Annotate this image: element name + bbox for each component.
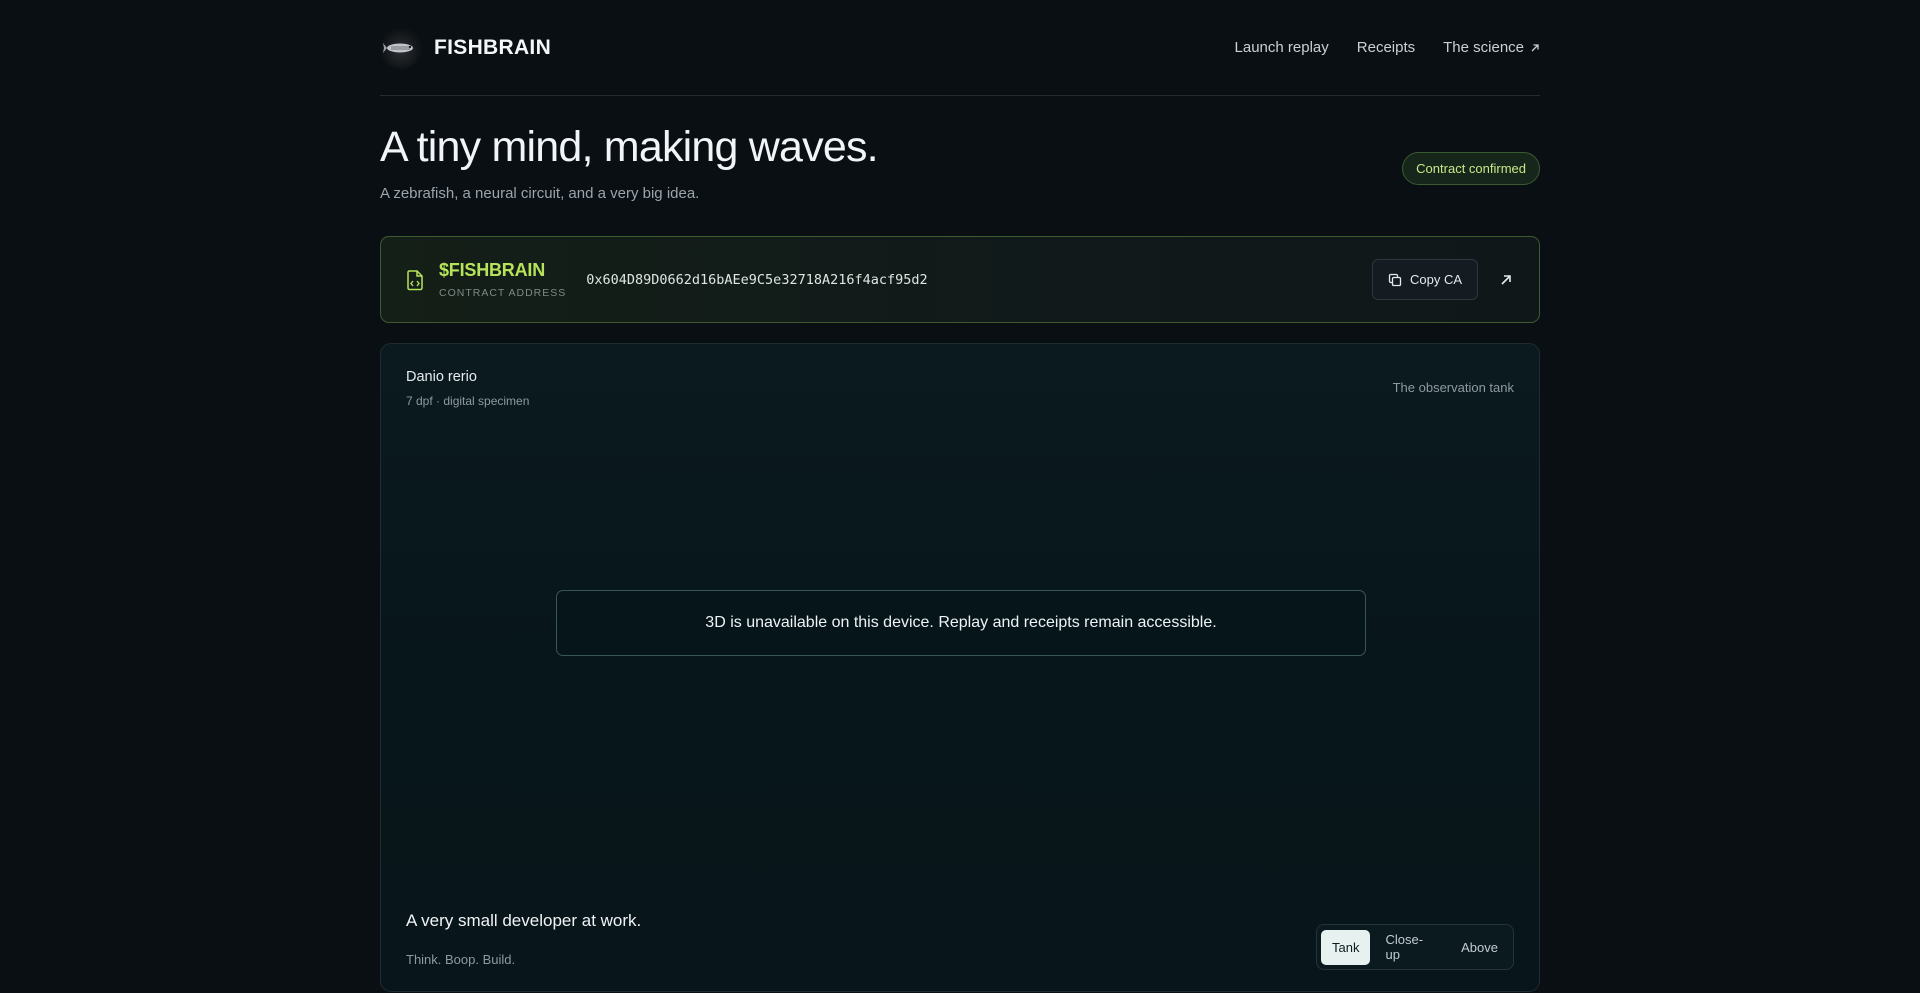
contract-address-label: CONTRACT ADDRESS [439, 287, 567, 299]
3d-unavailable-notice: 3D is unavailable on this device. Replay… [556, 590, 1366, 656]
specimen-info: 7 dpf · digital specimen [406, 394, 530, 408]
observation-tank: Danio rerio 7 dpf · digital specimen The… [380, 343, 1540, 992]
copy-ca-button[interactable]: Copy CA [1372, 259, 1478, 300]
file-code-icon [407, 269, 423, 290]
contract-card: $FISHBRAIN CONTRACT ADDRESS 0x604D89D066… [380, 236, 1540, 323]
tank-title: The observation tank [1392, 380, 1514, 395]
nav-label: Launch replay [1234, 39, 1329, 56]
nav-launch-replay[interactable]: Launch replay [1235, 39, 1329, 56]
brand[interactable]: FISHBRAIN [380, 26, 552, 69]
nav-receipts[interactable]: Receipts [1357, 39, 1415, 56]
tab-above[interactable]: Above [1450, 930, 1509, 965]
tank-caption-sub: Think. Boop. Build. [406, 952, 516, 967]
fish-icon [383, 42, 413, 53]
tab-close-up[interactable]: Close-up [1374, 930, 1446, 965]
page-container: FISHBRAIN Launch replay Receipts The sci… [380, 0, 1540, 992]
copy-icon [1388, 273, 1402, 286]
contract-address[interactable]: 0x604D89D0662d16bAEe9C5e32718A216f4acf95… [586, 272, 927, 288]
tab-tank[interactable]: Tank [1321, 929, 1371, 965]
status-badge: Contract confirmed [1402, 152, 1540, 185]
fish-avatar [380, 26, 422, 69]
nav-the-science[interactable]: The science [1443, 39, 1540, 56]
token-ticker: $FISHBRAIN [439, 260, 546, 280]
nav-label: The science [1443, 39, 1524, 56]
hero: A tiny mind, making waves. A zebrafish, … [380, 96, 1540, 236]
page-title: A tiny mind, making waves. [380, 123, 879, 171]
copy-ca-label: Copy CA [1409, 272, 1463, 287]
tank-caption: A very small developer at work. [406, 911, 642, 930]
arrow-up-right-icon [1531, 43, 1539, 51]
brand-name: FISHBRAIN [434, 35, 552, 59]
site-header: FISHBRAIN Launch replay Receipts The sci… [380, 0, 1540, 96]
main-nav: Launch replay Receipts The science [1235, 39, 1540, 56]
arrow-up-right-icon[interactable] [1499, 273, 1513, 287]
species-name: Danio rerio [406, 369, 477, 385]
page-subtitle: A zebrafish, a neural circuit, and a ver… [380, 185, 700, 203]
view-switcher: Tank Close-up Above [1316, 924, 1514, 970]
ticker-block: $FISHBRAIN CONTRACT ADDRESS [439, 260, 566, 299]
nav-label: Receipts [1356, 39, 1416, 56]
